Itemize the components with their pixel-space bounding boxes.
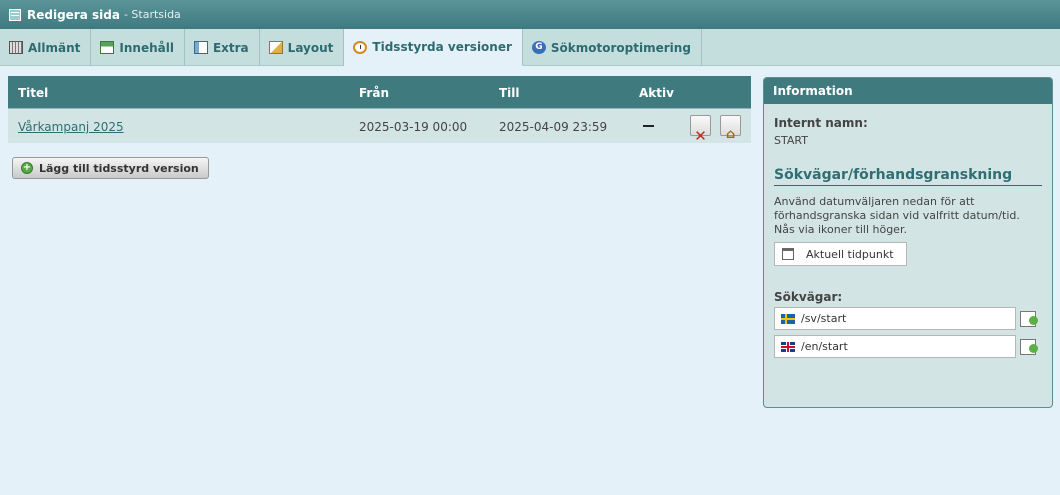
delete-icon: ✕ [694,127,707,145]
open-path-en-icon[interactable] [1020,339,1038,355]
column-header-to[interactable]: Till [499,86,520,100]
clock-icon [353,40,368,54]
preview-description: Använd datumväljaren nedan för att förha… [774,195,1020,236]
table-header: Titel Från Till Aktiv [8,76,751,109]
tab-layout[interactable]: Layout [260,29,345,66]
tab-bar: Allmänt Innehåll Extra Layout Tidsstyrda… [0,29,1060,66]
open-path-sv-icon[interactable] [1020,311,1038,327]
tab-seo[interactable]: G Sökmotoroptimering [523,29,702,66]
delete-version-button[interactable]: ✕ [690,115,711,145]
row-to-cell: 2025-04-09 23:59 [499,120,608,134]
path-field-sv[interactable]: /sv/start [774,307,1016,330]
path-field-en[interactable]: /en/start [774,335,1016,358]
tab-label: Extra [212,40,249,55]
information-panel: Information Internt namn: START Sökvägar… [763,77,1053,408]
internal-name-label: Internt namn: [774,116,868,130]
keyboard-icon [9,41,23,54]
panel-header: Information [764,78,1052,104]
set-start-button[interactable]: ⌂ [720,115,741,142]
extra-icon [193,41,208,54]
internal-name-value: START [774,134,808,147]
tab-label: Allmänt [28,40,81,55]
tab-label: Layout [287,40,334,55]
date-button-label: Aktuell tidpunkt [806,247,894,261]
window-subtitle: - Startsida [123,8,181,21]
tab-label: Innehåll [119,40,174,55]
row-title-cell: Vårkampanj 2025 [18,120,124,134]
page-edit-icon [9,8,21,21]
sweden-flag-icon [781,313,795,324]
home-icon: ⌂ [725,127,736,142]
column-header-title[interactable]: Titel [18,86,48,100]
tab-extra[interactable]: Extra [185,29,260,66]
row-from-cell: 2025-03-19 00:00 [359,120,468,134]
column-header-active[interactable]: Aktiv [639,86,674,100]
add-scheduled-version-button[interactable]: + Lägg till tidsstyrd version [12,157,209,179]
calendar-icon [782,248,794,260]
window-title: Redigera sida [27,7,120,22]
date-picker-button[interactable]: Aktuell tidpunkt [774,242,907,266]
tab-label: Sökmotoroptimering [550,40,691,55]
column-header-from[interactable]: Från [359,86,389,100]
google-icon: G [531,41,546,54]
paths-label: Sökvägar: [774,290,843,304]
content-icon [100,41,115,54]
version-title-link[interactable]: Vårkampanj 2025 [18,120,124,134]
paths-preview-title: Sökvägar/förhandsgranskning [774,167,1042,186]
versions-table: Titel Från Till Aktiv Vårkampanj 2025 20… [8,76,751,145]
uk-flag-icon [781,341,795,352]
tab-label: Tidsstyrda versioner [372,40,512,54]
tab-general[interactable]: Allmänt [0,29,92,66]
table-row: Vårkampanj 2025 2025-03-19 00:00 2025-04… [8,109,751,145]
inactive-dash-icon [643,125,654,127]
path-value: /en/start [801,340,848,353]
add-button-label: Lägg till tidsstyrd version [39,161,199,175]
window-titlebar: Redigera sida - Startsida [0,0,1060,29]
layout-icon [268,41,283,54]
tab-content[interactable]: Innehåll [91,29,185,66]
tab-scheduled-versions[interactable]: Tidsstyrda versioner [344,29,523,66]
plus-icon: + [21,162,33,174]
path-value: /sv/start [801,312,847,325]
